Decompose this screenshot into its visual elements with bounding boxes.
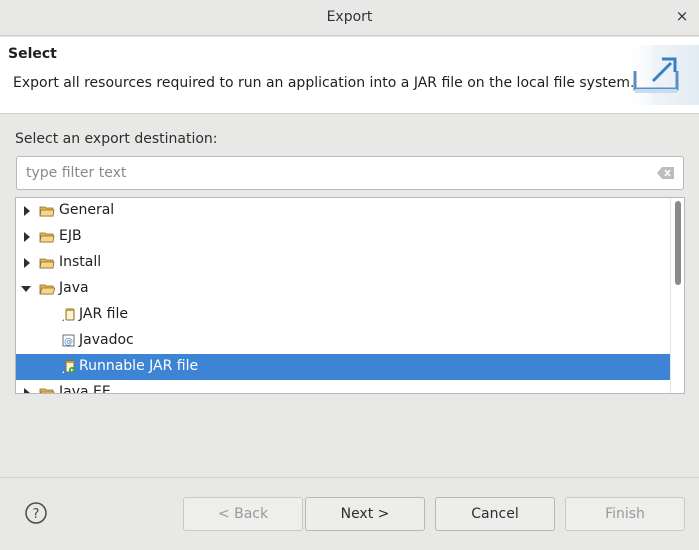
next-button[interactable]: Next > bbox=[305, 497, 425, 531]
tree-item-label: Java bbox=[59, 280, 89, 296]
close-icon[interactable]: × bbox=[674, 8, 690, 24]
javadoc-icon: @ bbox=[62, 334, 75, 347]
svg-text:?: ? bbox=[33, 507, 40, 522]
destination-tree[interactable]: General EJB Install Java JAR file @ Java… bbox=[15, 197, 685, 394]
destination-label: Select an export destination: bbox=[15, 131, 218, 147]
folder-icon bbox=[39, 388, 55, 393]
tree-item-label: Install bbox=[59, 254, 102, 270]
export-banner-icon bbox=[627, 45, 699, 105]
jar-icon bbox=[62, 308, 75, 321]
open-folder-icon bbox=[39, 284, 55, 295]
window-title: Export bbox=[326, 9, 373, 25]
clear-filter-icon[interactable] bbox=[657, 167, 674, 179]
filter-input[interactable] bbox=[26, 163, 646, 183]
tree-item-label: JAR file bbox=[79, 306, 128, 322]
expand-arrow-icon[interactable] bbox=[22, 206, 32, 216]
tree-item-javadoc[interactable]: @ Javadoc bbox=[16, 328, 671, 354]
tree-item-java-ee[interactable]: Java EE bbox=[16, 380, 671, 394]
cancel-button[interactable]: Cancel bbox=[435, 497, 555, 531]
title-bar: Export × bbox=[0, 0, 699, 36]
tree-item-general[interactable]: General bbox=[16, 198, 671, 224]
tree-scrollbar[interactable] bbox=[670, 198, 684, 393]
expand-arrow-icon[interactable] bbox=[22, 232, 32, 242]
tree-item-label: Java EE bbox=[59, 384, 111, 394]
tree-item-label: EJB bbox=[59, 228, 82, 244]
wizard-header: Select Export all resources required to … bbox=[0, 37, 699, 114]
footer-divider bbox=[0, 477, 699, 478]
scrollbar-thumb[interactable] bbox=[675, 201, 681, 285]
tree-item-install[interactable]: Install bbox=[16, 250, 671, 276]
tree-item-label: Runnable JAR file bbox=[79, 358, 199, 374]
tree-item-java[interactable]: Java bbox=[16, 276, 671, 302]
folder-icon bbox=[39, 232, 55, 243]
help-icon[interactable]: ? bbox=[25, 502, 47, 524]
tree-item-jar-file[interactable]: JAR file bbox=[16, 302, 671, 328]
expand-arrow-icon[interactable] bbox=[22, 388, 32, 394]
tree-item-ejb[interactable]: EJB bbox=[16, 224, 671, 250]
folder-icon bbox=[39, 206, 55, 217]
tree-item-runnable-jar-file[interactable]: Runnable JAR file bbox=[16, 354, 671, 380]
page-title: Select bbox=[8, 46, 57, 62]
collapse-arrow-icon[interactable] bbox=[21, 284, 31, 294]
filter-field bbox=[16, 156, 684, 190]
svg-text:@: @ bbox=[64, 337, 73, 347]
expand-arrow-icon[interactable] bbox=[22, 258, 32, 268]
folder-icon bbox=[39, 258, 55, 269]
tree-item-label: General bbox=[59, 202, 115, 218]
page-description: Export all resources required to run an … bbox=[13, 75, 635, 91]
finish-button[interactable]: Finish bbox=[565, 497, 685, 531]
back-button[interactable]: < Back bbox=[183, 497, 303, 531]
runnable-jar-icon bbox=[62, 360, 75, 373]
tree-item-label: Javadoc bbox=[79, 332, 134, 348]
